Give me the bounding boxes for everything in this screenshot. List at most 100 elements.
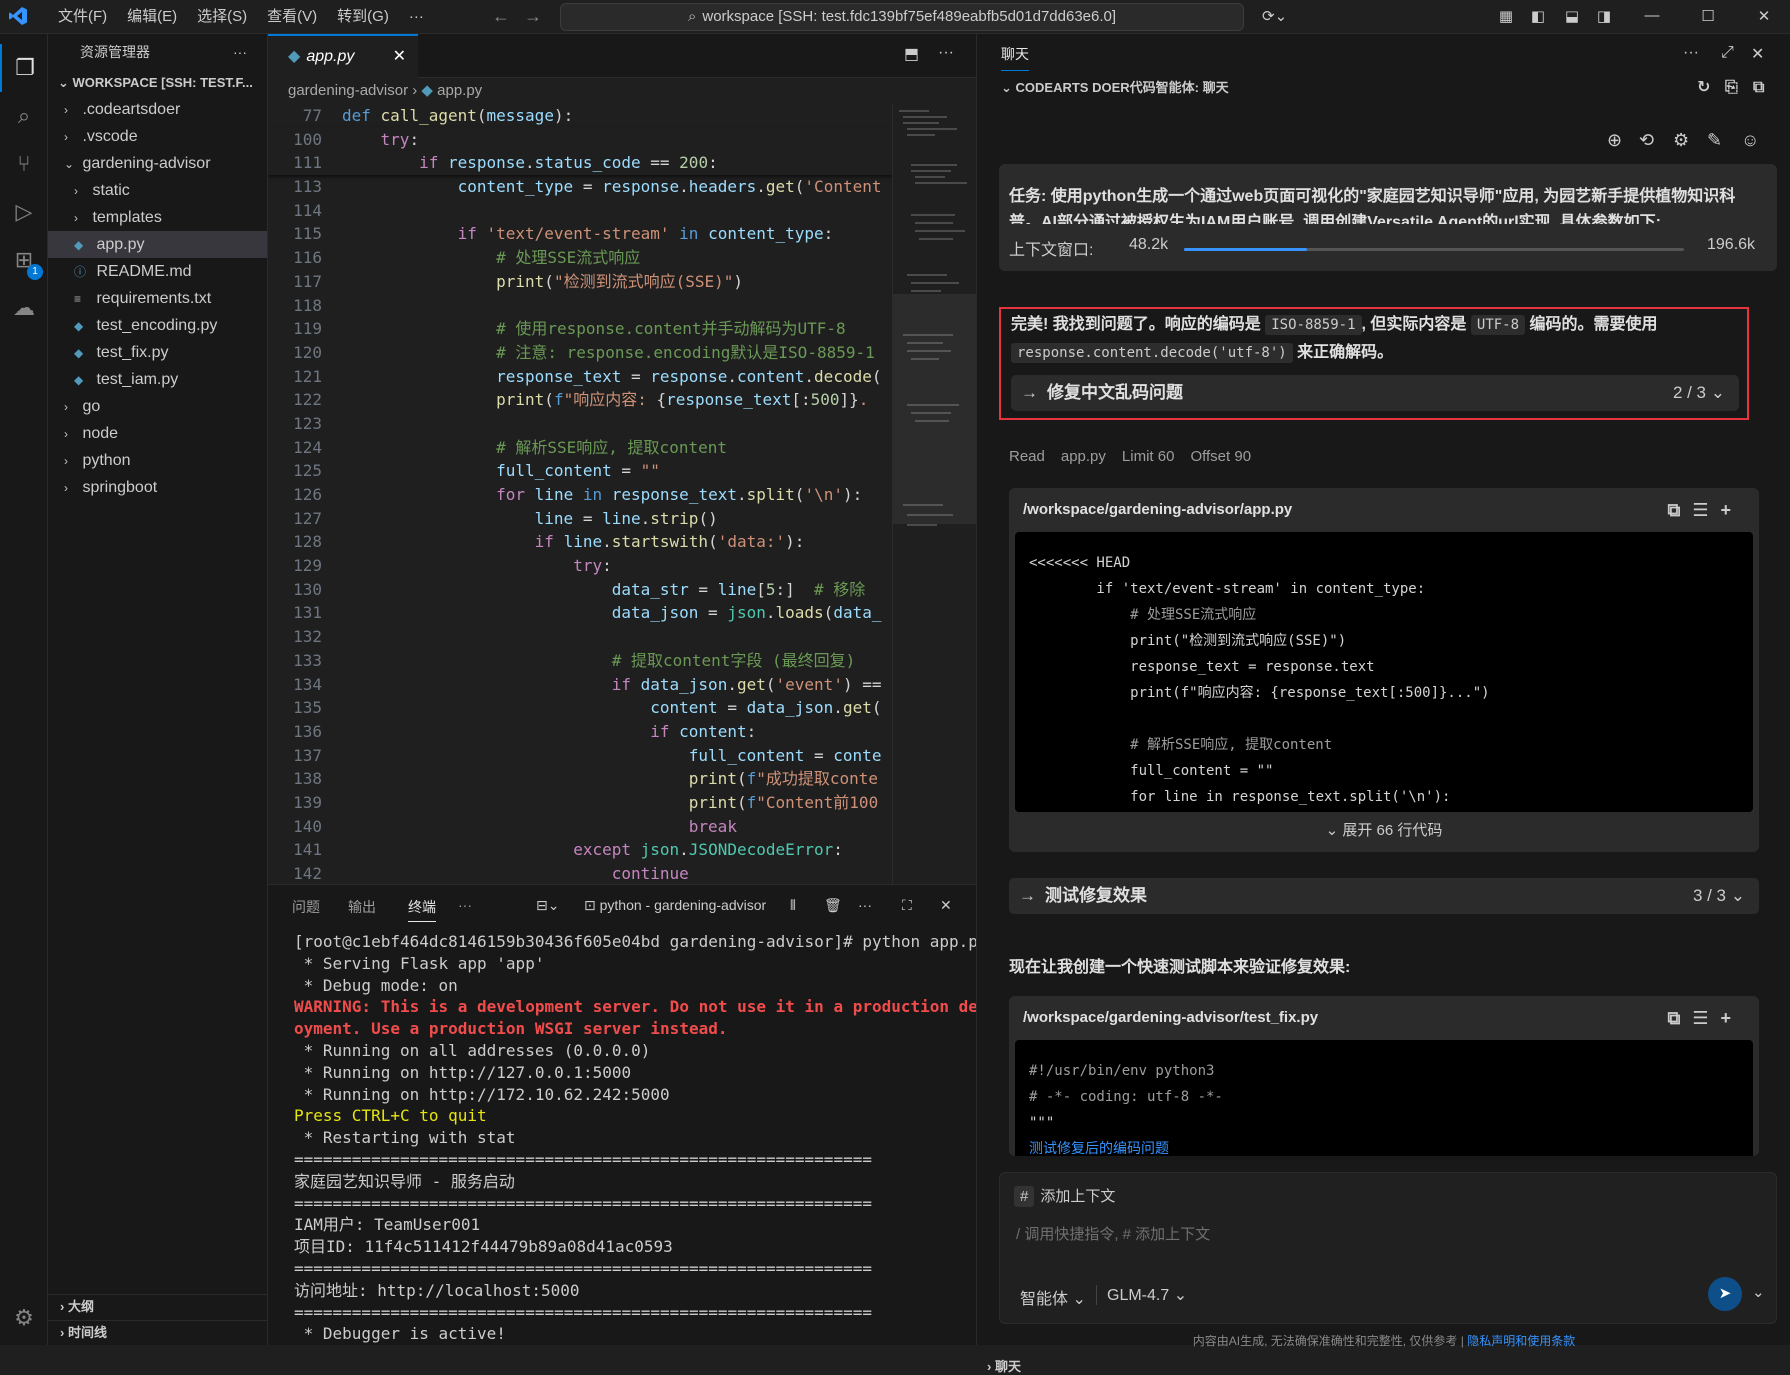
code-line[interactable]: 140 break (268, 815, 892, 839)
code-line[interactable]: 124 # 解析SSE响应, 提取content (268, 436, 892, 460)
workspace-root[interactable]: ⌄ WORKSPACE [SSH: TEST.F... (48, 70, 267, 96)
copy-icon[interactable]: ⧉ (1667, 1008, 1692, 1028)
code-line[interactable]: 131 data_json = json.loads(data_ (268, 601, 892, 625)
insert-icon[interactable]: ☰ (1692, 1008, 1720, 1028)
terminal-more-icon[interactable]: ··· (858, 897, 872, 913)
remote-icon[interactable]: ☁ (0, 284, 48, 332)
panel-more-button[interactable]: ··· (458, 897, 472, 913)
history-icon[interactable]: ⟲ (1639, 130, 1654, 151)
file-tree-item[interactable]: › templates (48, 204, 267, 231)
chat-bottom-section[interactable]: › 聊天 (987, 1356, 1021, 1375)
code-line[interactable]: 119 # 使用response.content并手动解码为UTF-8 (268, 317, 892, 341)
add-icon[interactable]: + (1720, 1008, 1743, 1028)
search-icon[interactable]: ⌕ (0, 92, 48, 140)
new-terminal-icon[interactable]: ⊟⌄ (536, 897, 559, 914)
terminal-output[interactable]: [root@c1ebf464dc8146159b30436f605e04bd g… (294, 931, 997, 1345)
settings-icon[interactable]: ⚙ (1673, 130, 1689, 151)
code-line[interactable]: 111 if response.status_code == 200: (268, 151, 892, 176)
send-icon[interactable]: ➤ (1708, 1277, 1742, 1311)
file-tree-item[interactable]: › python (48, 447, 267, 474)
code-line[interactable]: 129 try: (268, 554, 892, 578)
toggle-sidebar-icon[interactable]: ◧ (1528, 7, 1548, 25)
close-chat-icon[interactable]: ✕ (1751, 44, 1764, 64)
chat-input[interactable]: / 调用快捷指令, # 添加上下文 (1016, 1223, 1210, 1244)
code-line[interactable]: 125 full_content = "" (268, 459, 892, 483)
code-line[interactable]: 114 (268, 199, 892, 223)
code-line[interactable]: 126 for line in response_text.split('\n'… (268, 483, 892, 507)
code-line[interactable]: 139 print(f"Content前100 (268, 791, 892, 815)
extensions-icon[interactable]: ⊞ 1 (0, 236, 48, 284)
code-line[interactable]: 113 content_type = response.headers.get(… (268, 175, 892, 199)
tab-app-py[interactable]: ◆ app.py ✕ (268, 34, 418, 78)
new-chat-icon[interactable]: ⊕ (1607, 130, 1622, 151)
code-line[interactable]: 122 print(f"响应内容: {response_text[:500]}. (268, 388, 892, 412)
code-line[interactable]: 134 if data_json.get('event') == (268, 673, 892, 697)
layout-icon[interactable]: ▦ (1496, 7, 1516, 25)
code-block-body[interactable]: <<<<<<< HEAD if 'text/event-stream' in c… (1015, 532, 1753, 812)
code-line[interactable]: 128 if line.startswith('data:'): (268, 530, 892, 554)
file-tree-item[interactable]: ⌄ gardening-advisor (48, 150, 267, 177)
user-icon[interactable]: ☺ (1741, 130, 1759, 151)
export-icon[interactable]: ⎘ (1725, 72, 1738, 104)
source-control-icon[interactable]: ⑂ (0, 140, 48, 188)
step-fix-encoding[interactable]: → 修复中文乱码问题 2 / 3 ⌄ (1011, 375, 1739, 411)
file-tree-item[interactable]: ◆ test_fix.py (48, 339, 267, 366)
file-tree-item[interactable]: › springboot (48, 474, 267, 501)
code-line[interactable]: 116 # 处理SSE流式响应 (268, 246, 892, 270)
maximize-icon[interactable]: ☐ (1698, 7, 1718, 25)
menu-view[interactable]: 查看(V) (257, 7, 327, 27)
chat-more-icon[interactable]: ··· (1683, 44, 1699, 62)
add-context-button[interactable]: # 添加上下文 (1014, 1185, 1115, 1207)
explorer-more-button[interactable]: ··· (233, 34, 247, 70)
code-line[interactable]: 123 (268, 412, 892, 436)
mode-selector[interactable]: 智能体 ⌄ (1020, 1285, 1086, 1309)
file-tree-item[interactable]: ◆ test_iam.py (48, 366, 267, 393)
close-window-icon[interactable]: ✕ (1754, 7, 1774, 25)
privacy-link[interactable]: 隐私声明和使用条款 (1467, 1334, 1575, 1348)
copilot-icon[interactable]: ⟳⌄ (1262, 7, 1287, 25)
maximize-panel-icon[interactable]: ⛶ (902, 897, 912, 914)
code-line[interactable]: 133 # 提取content字段 (最终回复) (268, 649, 892, 673)
notes-icon[interactable]: ✎ (1707, 130, 1722, 151)
file-tree-item[interactable]: › .vscode (48, 123, 267, 150)
maximize-chat-icon[interactable]: ⤢ (1721, 44, 1734, 62)
code-editor[interactable]: 77 def call_agent(message): 100 try: 111 if… (268, 104, 892, 884)
step-test-fix[interactable]: → 测试修复效果 3 / 3 ⌄ (1009, 878, 1759, 914)
file-tree-item[interactable]: › static (48, 177, 267, 204)
code-line[interactable]: 130 data_str = line[5:] # 移除 (268, 578, 892, 602)
send-options-icon[interactable]: ⌄ (1752, 1283, 1765, 1301)
outline-section[interactable]: › 大纲 (48, 1294, 268, 1318)
code-line[interactable]: 121 response_text = response.content.dec… (268, 365, 892, 389)
code-line[interactable]: 77 def call_agent(message): (268, 104, 892, 128)
insert-icon[interactable]: ☰ (1692, 500, 1720, 520)
code-line[interactable]: 141 except json.JSONDecodeError: (268, 838, 892, 862)
kill-terminal-icon[interactable]: 🗑 (824, 897, 842, 914)
copy-icon[interactable]: ⧉ (1667, 500, 1692, 520)
menu-selection[interactable]: 选择(S) (187, 7, 257, 27)
code-line[interactable]: 117 print("检测到流式响应(SSE)") (268, 270, 892, 294)
file-tree-item[interactable]: ⓘ README.md (48, 258, 267, 285)
tab-output[interactable]: 输出 (348, 897, 376, 917)
menu-file[interactable]: 文件(F) (48, 7, 117, 27)
toggle-panel-icon[interactable]: ⬓ (1562, 7, 1582, 25)
code-line[interactable]: 127 line = line.strip() (268, 507, 892, 531)
close-tab-icon[interactable]: ✕ (393, 36, 406, 78)
timeline-section[interactable]: › 时间线 (48, 1320, 268, 1344)
code-line[interactable]: 142 continue (268, 862, 892, 884)
code-line[interactable]: 137 full_content = conte (268, 744, 892, 768)
split-editor-icon[interactable]: ⬒ (904, 44, 919, 64)
toggle-secondary-sidebar-icon[interactable]: ◨ (1594, 7, 1614, 25)
menu-go[interactable]: 转到(G) (327, 7, 399, 27)
file-tree-item[interactable]: › go (48, 393, 267, 420)
code-line[interactable]: 118 (268, 294, 892, 318)
code-line[interactable]: 136 if content: (268, 720, 892, 744)
code-line[interactable]: 100 try: (268, 127, 892, 152)
file-tree-item[interactable]: › node (48, 420, 267, 447)
split-terminal-icon[interactable]: ⫴ (790, 897, 796, 914)
minimap[interactable] (892, 104, 977, 884)
editor-more-icon[interactable]: ··· (938, 44, 954, 62)
minimize-icon[interactable]: — (1642, 7, 1662, 25)
chat-subheader[interactable]: ⌄ CODEARTS DOER代码智能体: 聊天 ↻ ⎘ ⧉ (977, 72, 1790, 104)
command-center-search[interactable]: ⌕ workspace [SSH: test.fdc139bf75ef489eab… (560, 3, 1244, 31)
tab-problems[interactable]: 问题 (292, 897, 320, 917)
